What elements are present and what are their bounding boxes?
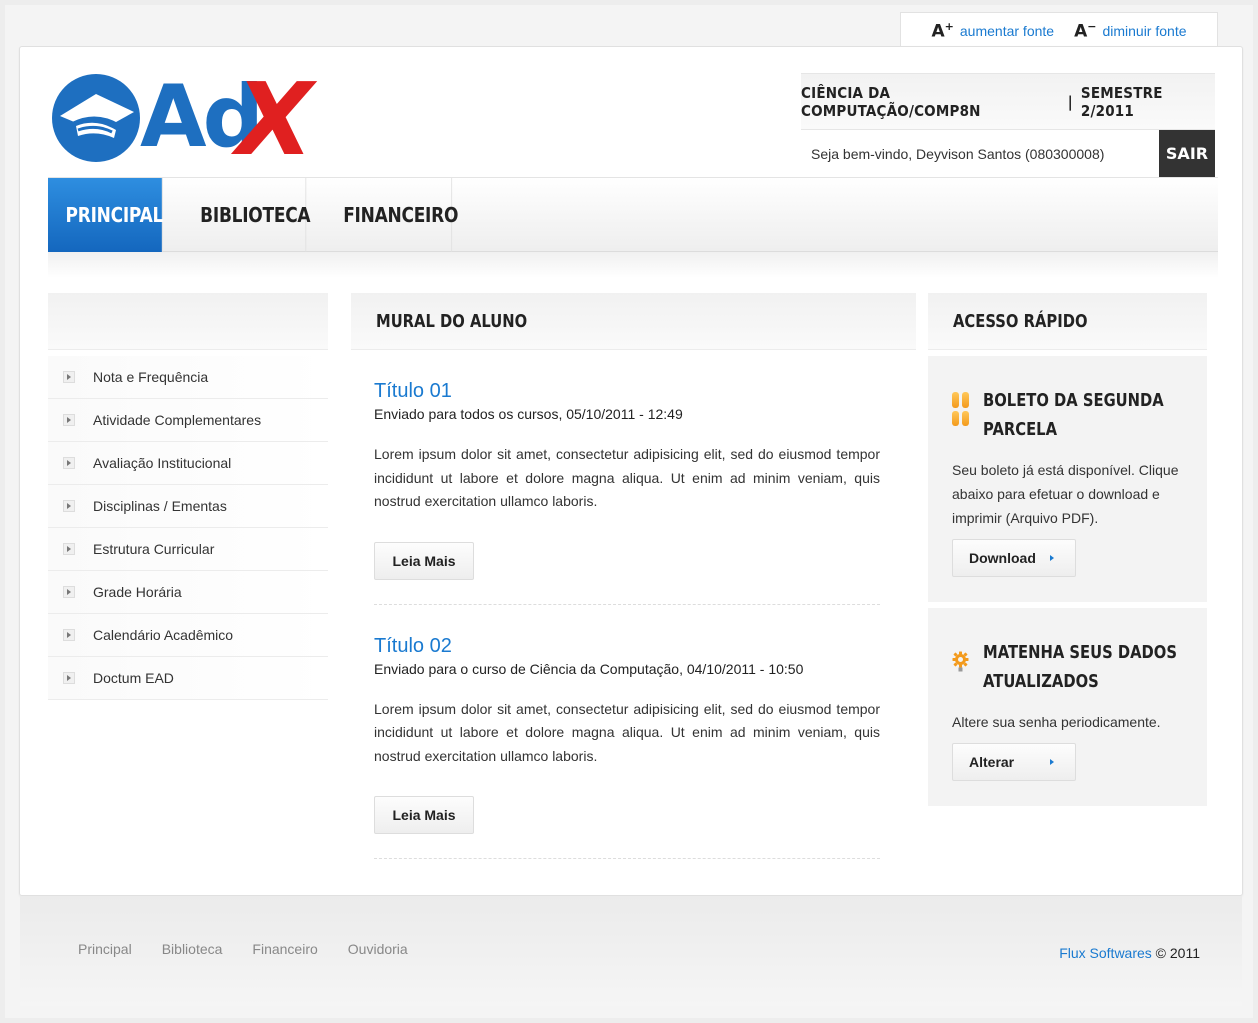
- quick-access: ACESSO RÁPIDO BOLETO DA SEGUNDA PARCELA …: [928, 293, 1207, 806]
- grid-icon-cell: [952, 410, 959, 426]
- decrease-font-link[interactable]: A− diminuir fonte: [1074, 20, 1186, 42]
- sidebar-item-label: Disciplinas / Ementas: [93, 498, 227, 514]
- sidebar-item-label: Grade Horária: [93, 584, 182, 600]
- nav-tab-label: PRINCIPAL: [65, 203, 164, 227]
- nav-tab-principal[interactable]: PRINCIPAL: [48, 178, 163, 252]
- read-more-button[interactable]: Leia Mais: [374, 796, 474, 834]
- font-size-controls: A+ aumentar fonte A− diminuir fonte: [900, 12, 1218, 48]
- increase-font-label[interactable]: aumentar fonte: [960, 23, 1054, 39]
- sidebar-item-doctum-ead[interactable]: Doctum EAD: [48, 657, 328, 700]
- footer-copyright: Flux Softwares © 2011: [1059, 945, 1200, 961]
- post-body: Lorem ipsum dolor sit amet, consectetur …: [374, 700, 880, 764]
- sidebar-item-label: Atividade Complementares: [93, 412, 262, 428]
- post-body: Lorem ipsum dolor sit amet, consectetur …: [374, 446, 880, 509]
- main-navigation: PRINCIPAL BIBLIOTECA FINANCEIRO: [48, 177, 1218, 252]
- quick-box-dados: MATENHA SEUS DADOS ATUALIZADOS Altere su…: [928, 608, 1207, 806]
- sidebar-item-atividade-complementares[interactable]: Atividade Complementares: [48, 399, 328, 442]
- gear-icon: [952, 651, 969, 672]
- arrow-right-icon: [63, 672, 75, 684]
- nav-tab-label: BIBLIOTECA: [200, 203, 311, 227]
- post-title[interactable]: Título 02: [374, 635, 880, 659]
- sidebar-item-nota-frequencia[interactable]: Nota e Frequência: [48, 356, 328, 399]
- nav-tab-financeiro[interactable]: FINANCEIRO: [328, 178, 458, 252]
- course-name: CIÊNCIA DA COMPUTAÇÃO/COMP8N: [801, 83, 981, 120]
- course-header: CIÊNCIA DA COMPUTAÇÃO/COMP8N | SEMESTRE …: [801, 73, 1215, 129]
- logo-x-mark: X: [236, 61, 314, 178]
- footer-link-principal[interactable]: Principal: [78, 941, 132, 957]
- grid-icon-cell: [962, 392, 969, 408]
- sidebar-menu: Nota e Frequência Atividade Complementar…: [48, 293, 328, 700]
- post-meta: Enviado para todos os cursos, 05/10/2011…: [374, 406, 683, 422]
- nav-tab-biblioteca[interactable]: BIBLIOTECA: [183, 178, 311, 252]
- quick-box-title: BOLETO DA SEGUNDA PARCELA: [983, 390, 1164, 440]
- post-divider: [374, 858, 880, 859]
- arrow-right-icon: [63, 457, 75, 469]
- footer-links: Principal Biblioteca Financeiro Ouvidori…: [78, 941, 408, 957]
- student-wall: MURAL DO ALUNO Título 01 Enviado para to…: [351, 293, 916, 859]
- download-button-label: Download: [969, 550, 1036, 566]
- welcome-bar: Seja bem-vindo, Deyvison Santos (0803000…: [801, 129, 1215, 177]
- sidebar-header: [48, 293, 328, 350]
- adx-logo[interactable]: Ad X: [50, 70, 313, 170]
- section-title: MURAL DO ALUNO: [351, 293, 916, 350]
- post-item: Título 01 Enviado para todos os cursos, …: [374, 380, 880, 605]
- grid-icon-cell: [952, 392, 959, 408]
- sidebar-list: Nota e Frequência Atividade Complementar…: [48, 356, 328, 700]
- post-divider: [374, 603, 880, 605]
- sidebar-item-label: Avaliação Institucional: [93, 455, 232, 471]
- sidebar-item-estrutura-curricular[interactable]: Estrutura Curricular: [48, 528, 328, 571]
- sidebar-item-label: Nota e Frequência: [93, 369, 209, 385]
- download-button[interactable]: Download: [952, 539, 1076, 577]
- post-meta: Enviado para o curso de Ciência da Compu…: [374, 660, 804, 677]
- footer: Principal Biblioteca Financeiro Ouvidori…: [20, 896, 1242, 1006]
- arrow-right-icon: [63, 586, 75, 598]
- footer-link-financeiro[interactable]: Financeiro: [252, 941, 317, 957]
- quick-box-title: MATENHA SEUS DADOS ATUALIZADOS: [983, 642, 1177, 692]
- sidebar-item-label: Estrutura Curricular: [93, 541, 215, 557]
- quick-box-boleto: BOLETO DA SEGUNDA PARCELA Seu boleto já …: [928, 356, 1207, 602]
- alterar-button-label: Alterar: [969, 754, 1015, 770]
- chevron-right-icon: [1049, 555, 1054, 561]
- sidebar-item-calendario-academico[interactable]: Calendário Acadêmico: [48, 614, 328, 657]
- decrease-font-label[interactable]: diminuir fonte: [1102, 23, 1186, 39]
- post-title[interactable]: Título 01: [374, 380, 880, 404]
- footer-link-biblioteca[interactable]: Biblioteca: [162, 941, 223, 957]
- grid-icon: [952, 392, 969, 426]
- semester-label: SEMESTRE 2/2011: [1080, 83, 1163, 120]
- arrow-right-icon: [63, 543, 75, 555]
- sidebar-item-grade-horaria[interactable]: Grade Horária: [48, 571, 328, 614]
- sidebar-item-label: Doctum EAD: [93, 670, 174, 686]
- arrow-right-icon: [63, 371, 75, 383]
- nav-tab-label: FINANCEIRO: [343, 203, 459, 227]
- grid-icon-cell: [962, 410, 969, 426]
- chevron-right-icon: [1050, 759, 1055, 765]
- quick-box-text: Altere sua senha periodicamente.: [952, 714, 1161, 730]
- quick-box-text: Seu boleto já está disponível. Clique ab…: [952, 462, 1179, 526]
- increase-font-link[interactable]: A+ aumentar fonte: [932, 20, 1055, 42]
- sidebar-item-disciplinas-ementas[interactable]: Disciplinas / Ementas: [48, 485, 328, 528]
- course-separator: |: [1067, 92, 1073, 111]
- welcome-message: Seja bem-vindo, Deyvison Santos (0803000…: [811, 145, 1105, 162]
- footer-brand-link[interactable]: Flux Softwares: [1059, 945, 1152, 961]
- arrow-right-icon: [63, 414, 75, 426]
- nav-shadow: [48, 252, 1218, 278]
- sidebar-item-avaliacao-institucional[interactable]: Avaliação Institucional: [48, 442, 328, 485]
- post-item: Título 02 Enviado para o curso de Ciênci…: [374, 635, 880, 859]
- sidebar-item-label: Calendário Acadêmico: [93, 627, 234, 643]
- font-decrease-icon: A−: [1074, 19, 1097, 42]
- arrow-right-icon: [63, 500, 75, 512]
- graduation-cap-logo-icon: [52, 74, 140, 162]
- copyright-text: © 2011: [1151, 945, 1200, 961]
- logout-button[interactable]: SAIR: [1159, 130, 1215, 177]
- section-title: ACESSO RÁPIDO: [928, 293, 1207, 350]
- alterar-button[interactable]: Alterar: [952, 743, 1076, 781]
- read-more-button[interactable]: Leia Mais: [374, 541, 474, 580]
- arrow-right-icon: [63, 629, 75, 641]
- font-increase-icon: A+: [931, 19, 954, 42]
- footer-link-ouvidoria[interactable]: Ouvidoria: [348, 941, 408, 957]
